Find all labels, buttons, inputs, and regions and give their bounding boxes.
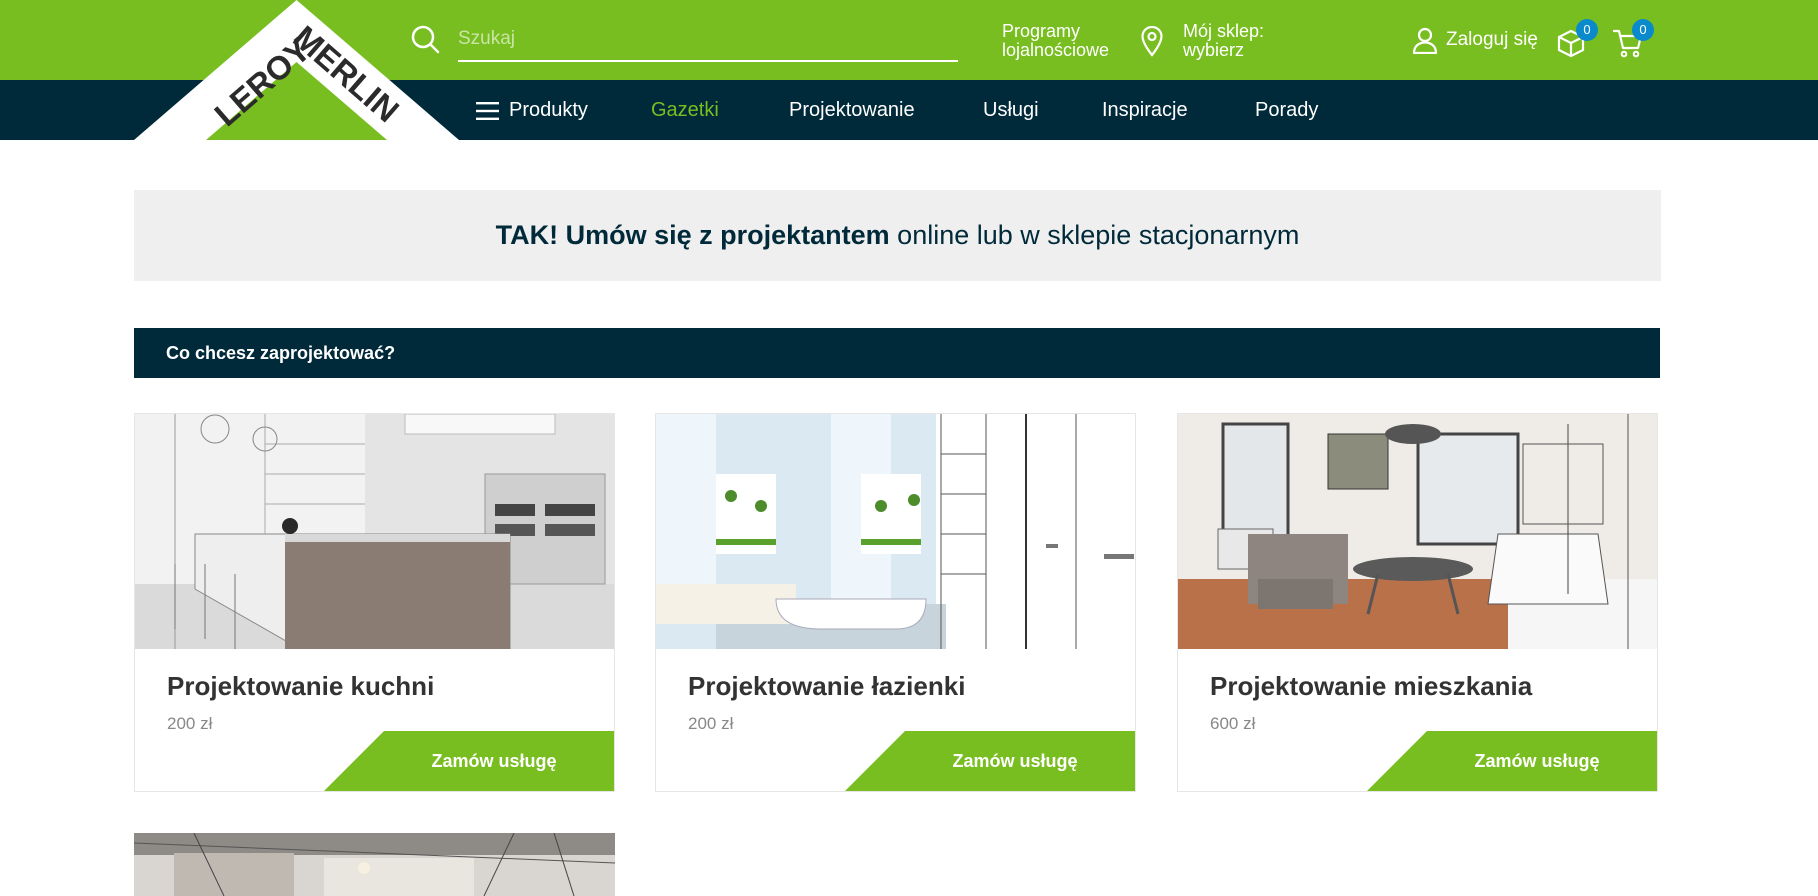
nav-item-inspiracje[interactable]: Inspiracje [1102,80,1188,140]
order-service-button[interactable]: Zamów usługę [324,731,614,791]
nav-item-gazetki[interactable]: Gazetki [651,80,719,140]
card-title: Projektowanie łazienki [688,671,966,701]
service-card-apartment[interactable]: Projektowanie mieszkania 600 zł Zamów us… [1177,413,1658,792]
designer-appointment-banner[interactable]: TAK! Umów się z projektantem online lub … [134,190,1661,281]
nav-item-projektowanie[interactable]: Projektowanie [789,80,915,140]
search-input[interactable] [458,18,958,62]
card-price: 600 zł [1210,714,1256,733]
map-pin-icon[interactable] [1140,25,1164,57]
loyalty-programs-link[interactable]: Programy lojalnościowe [1002,22,1109,60]
search-icon[interactable] [410,24,440,54]
loyalty-line2: lojalnościowe [1002,40,1110,60]
banner-text: online lub w sklepie stacjonarnym [889,220,1300,250]
cart-count-badge: 0 [1632,19,1654,41]
order-service-button[interactable]: Zamów usługę [845,731,1135,791]
user-icon[interactable] [1412,27,1438,54]
menu-icon[interactable] [476,101,499,121]
loyalty-line1: Programy [1002,21,1081,41]
interior-sketch-image [134,833,615,896]
nav-item-porady[interactable]: Porady [1255,80,1318,140]
apartment-image [1178,414,1657,649]
kitchen-image [135,414,614,649]
card-price: 200 zł [688,714,734,733]
login-link[interactable]: Zaloguj się [1446,30,1538,49]
store-line1: Mój sklep: [1183,21,1265,41]
banner-bold-text: TAK! Umów się z projektantem [495,220,890,250]
service-card-partial[interactable] [134,833,615,896]
service-card-bathroom[interactable]: Projektowanie łazienki 200 zł Zamów usłu… [655,413,1136,792]
service-card-kitchen[interactable]: Projektowanie kuchni 200 zł Zamów usługę [134,413,615,792]
nav-item-uslugi[interactable]: Usługi [983,80,1039,140]
order-service-button[interactable]: Zamów usługę [1367,731,1657,791]
store-line2: wybierz [1183,40,1245,60]
bathroom-image [656,414,1135,649]
search-bar [410,18,958,64]
card-title: Projektowanie kuchni [167,671,435,701]
section-title: Co chcesz zaprojektować? [134,328,1660,378]
orders-count-badge: 0 [1576,19,1598,41]
my-store-selector[interactable]: Mój sklep: wybierz [1183,22,1264,60]
nav-item-produkty[interactable]: Produkty [509,80,588,140]
card-title: Projektowanie mieszkania [1210,671,1533,701]
card-price: 200 zł [167,714,213,733]
